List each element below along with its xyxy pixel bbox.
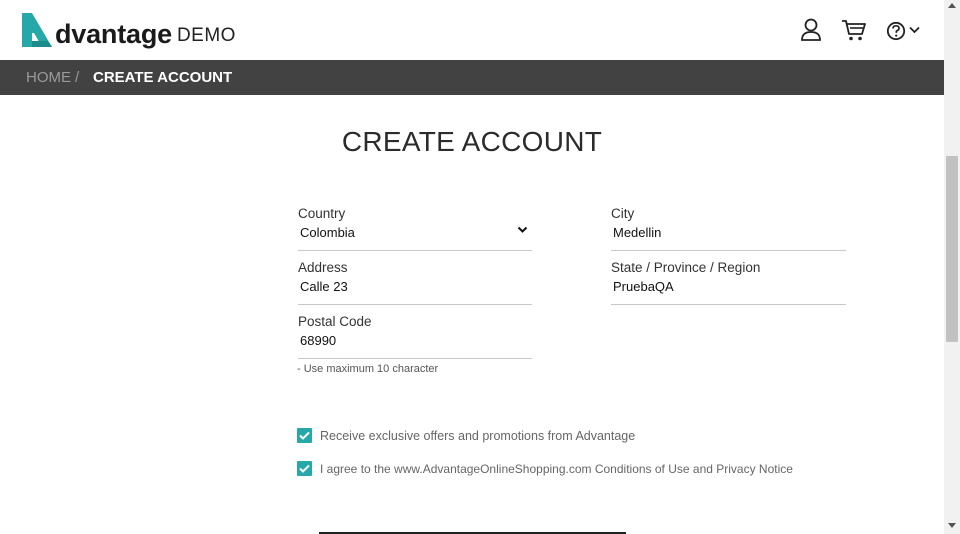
logo-text: dvantage bbox=[55, 19, 172, 49]
chevron-down-icon[interactable] bbox=[909, 26, 920, 34]
offers-checkbox-row[interactable]: Receive exclusive offers and promotions … bbox=[297, 428, 635, 443]
state-field[interactable]: State / Province / Region bbox=[611, 260, 846, 305]
scroll-up-icon[interactable] bbox=[948, 3, 956, 8]
agree-label: I agree to the www.AdvantageOnlineShoppi… bbox=[320, 461, 793, 476]
cart-icon[interactable] bbox=[841, 18, 867, 42]
logo[interactable]: dvantage DEMO bbox=[20, 11, 236, 49]
postal-code-hint: - Use maximum 10 character bbox=[297, 360, 497, 372]
checkmark-icon bbox=[299, 464, 310, 473]
address-label: Address bbox=[298, 260, 348, 275]
state-label: State / Province / Region bbox=[611, 260, 761, 275]
site-header: dvantage DEMO bbox=[0, 0, 944, 60]
country-value[interactable]: Colombia bbox=[300, 225, 520, 240]
breadcrumb-current: CREATE ACCOUNT bbox=[93, 69, 233, 86]
agree-checkbox-row[interactable]: I agree to the www.AdvantageOnlineShoppi… bbox=[297, 461, 793, 476]
checkmark-icon bbox=[299, 431, 310, 440]
scroll-thumb[interactable] bbox=[946, 156, 958, 342]
logo-a-icon bbox=[22, 13, 52, 47]
postal-code-input[interactable] bbox=[300, 333, 520, 348]
country-label: Country bbox=[298, 206, 346, 221]
agree-checkbox[interactable] bbox=[297, 461, 312, 476]
state-input[interactable] bbox=[613, 279, 833, 294]
page-title: CREATE ACCOUNT bbox=[341, 126, 603, 157]
postal-code-field[interactable]: Postal Code bbox=[298, 314, 532, 359]
breadcrumb: HOME / CREATE ACCOUNT bbox=[0, 60, 944, 95]
offers-checkbox[interactable] bbox=[297, 428, 312, 443]
city-field[interactable]: City bbox=[611, 206, 846, 251]
scroll-down-icon[interactable] bbox=[948, 523, 956, 528]
breadcrumb-home[interactable]: HOME bbox=[26, 69, 71, 86]
breadcrumb-separator: / bbox=[75, 69, 80, 86]
user-icon[interactable] bbox=[800, 18, 822, 42]
city-input[interactable] bbox=[613, 225, 833, 240]
postal-code-label: Postal Code bbox=[298, 314, 372, 329]
address-field[interactable]: Address bbox=[298, 260, 532, 305]
country-select[interactable]: Country Colombia bbox=[298, 206, 532, 251]
address-input[interactable] bbox=[300, 279, 520, 294]
offers-label: Receive exclusive offers and promotions … bbox=[320, 428, 636, 443]
postal-code-hint-text: - Use maximum 10 character bbox=[297, 363, 439, 372]
city-label: City bbox=[611, 206, 635, 221]
help-icon[interactable] bbox=[886, 21, 906, 41]
scrollbar[interactable] bbox=[944, 0, 960, 534]
chevron-down-icon[interactable] bbox=[517, 226, 528, 234]
logo-demo-text: DEMO bbox=[176, 25, 236, 46]
